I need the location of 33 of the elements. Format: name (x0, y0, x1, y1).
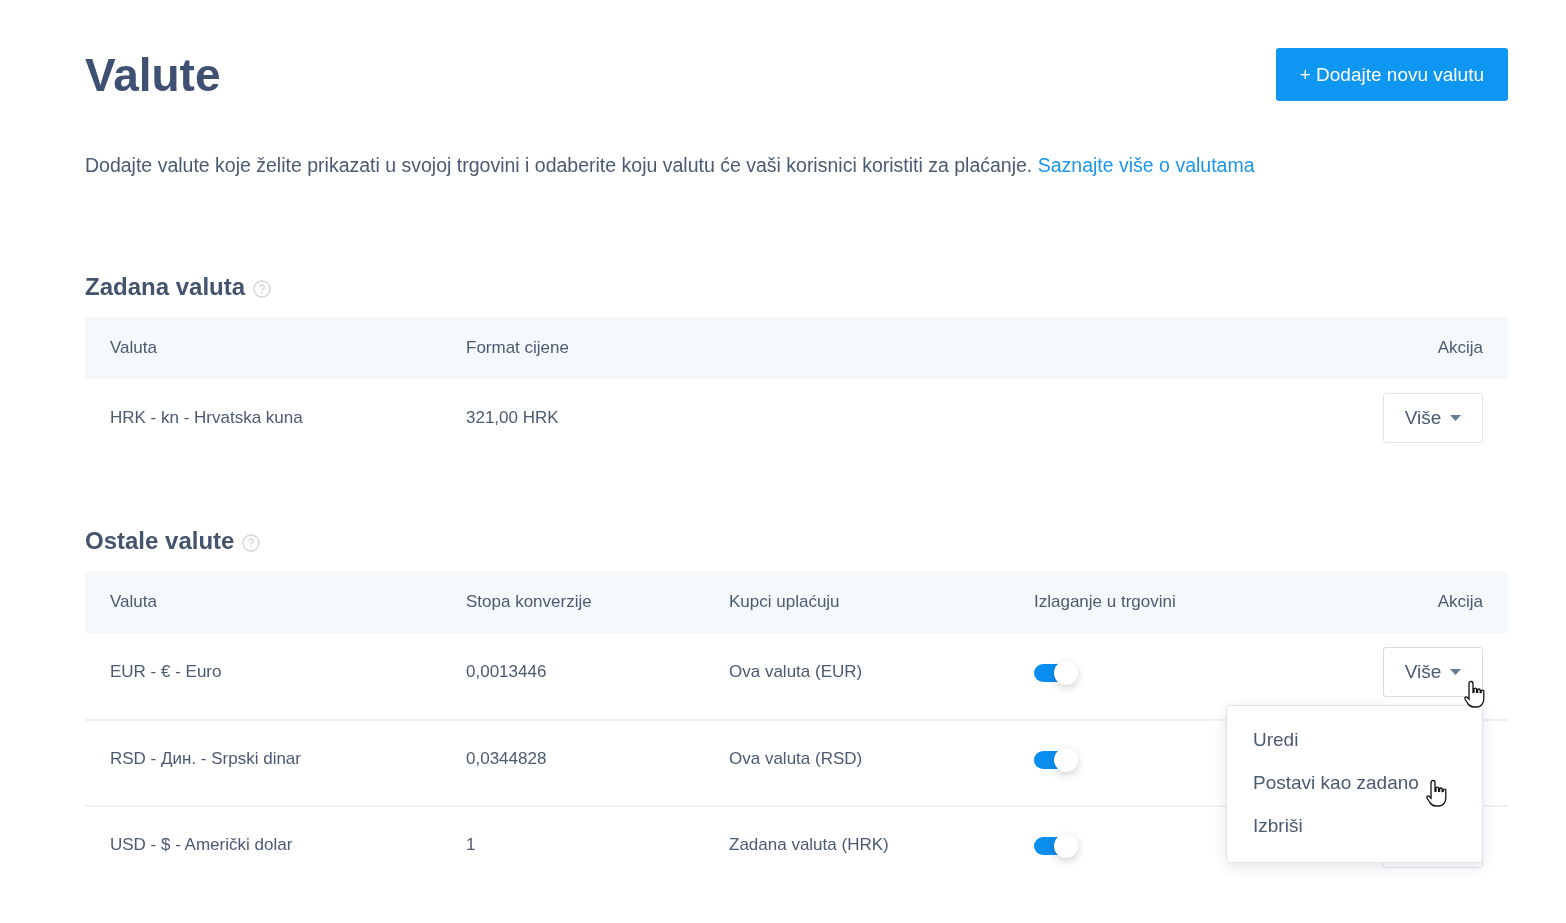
column-header: Akcija (1437, 592, 1483, 612)
customers-pay-cell-text: Zadana valuta (HRK) (729, 835, 890, 855)
column-header: Valuta (110, 338, 158, 358)
column-header: Kupci uplaćuju (729, 592, 841, 612)
description-text: Dodajte valute koje želite prikazati u svojoj trgovini i odaberite koju valutu će vaši korisnici koristiti za plaćanje. Saznajte više o valutama (85, 154, 1256, 177)
rate-cell-text: 0,0013446 (466, 662, 548, 682)
price-format-cell-text: 321,00 HRK (466, 408, 560, 428)
more-dropdown-button[interactable]: Više (1383, 647, 1483, 697)
section-heading: Zadana valuta (85, 273, 246, 301)
customers-pay-cell-text: Ova valuta (RSD) (729, 749, 864, 769)
column-header: Valuta (110, 592, 158, 612)
customers-pay-cell-text: Ova valuta (EUR) (729, 662, 864, 682)
more-dropdown-button[interactable]: Više (1383, 393, 1483, 443)
menu-item[interactable]: Uredi (1227, 722, 1482, 765)
menu-item[interactable]: Postavi kao zadano (1227, 765, 1482, 808)
menu-item[interactable]: Izbriši (1227, 808, 1482, 851)
column-header: Izlaganje u trgovini (1034, 592, 1177, 612)
rate-cell-text: 0,0344828 (466, 749, 548, 769)
currency-cell-text: EUR - € - Euro (110, 662, 223, 682)
rate-cell-text: 1 (466, 835, 477, 855)
currency-cell-text: USD - $ - Američki dolar (110, 835, 294, 855)
column-header: Format cijene (466, 338, 570, 358)
caret-icon (1450, 669, 1462, 675)
column-header: Stopa konverzije (466, 592, 593, 612)
column-header: Akcija (1437, 338, 1483, 358)
store-display-toggle[interactable] (1034, 663, 1076, 682)
currency-cell-text: HRK - kn - Hrvatska kuna (110, 408, 304, 428)
store-display-toggle[interactable] (1034, 836, 1076, 855)
caret-icon (1450, 415, 1462, 421)
section-heading: Ostale valute (85, 527, 235, 555)
store-display-toggle[interactable] (1034, 750, 1076, 769)
page-title: Valute (85, 48, 221, 102)
currency-cell-text: RSD - Дин. - Srpski dinar (110, 749, 302, 769)
